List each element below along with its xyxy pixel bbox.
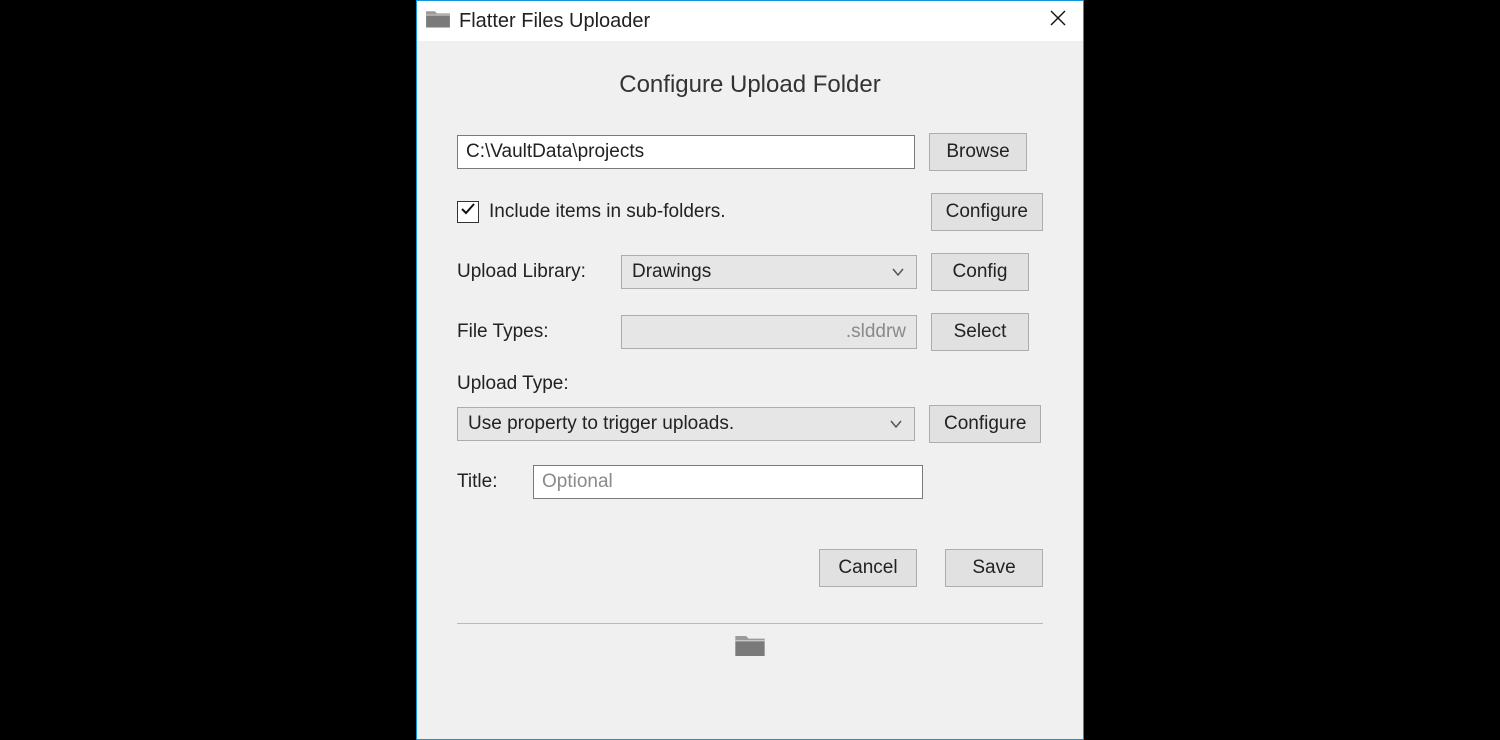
folder-path-input[interactable] (457, 135, 915, 169)
file-types-value: .slddrw (846, 321, 906, 343)
row-title: Title: (457, 465, 1043, 499)
include-subfolders-label: Include items in sub-folders. (489, 201, 726, 223)
folder-icon (734, 632, 766, 658)
upload-type-value: Use property to trigger uploads. (468, 413, 882, 435)
row-upload-type-label: Upload Type: (457, 373, 1043, 395)
dialog-window: Flatter Files Uploader Configure Upload … (416, 0, 1084, 740)
browse-button[interactable]: Browse (929, 133, 1027, 171)
row-upload-library: Upload Library: Drawings Config (457, 253, 1043, 291)
folder-icon (425, 8, 451, 34)
title-input[interactable] (533, 465, 923, 499)
file-types-select-button[interactable]: Select (931, 313, 1029, 351)
include-subfolders-checkbox[interactable] (457, 201, 479, 223)
divider (457, 623, 1043, 624)
check-icon (460, 201, 476, 223)
upload-type-dropdown[interactable]: Use property to trigger uploads. (457, 407, 915, 441)
row-folder-path: Browse (457, 133, 1043, 171)
chevron-down-icon (890, 264, 906, 280)
configure-subfolders-button[interactable]: Configure (931, 193, 1043, 231)
upload-type-configure-button[interactable]: Configure (929, 405, 1041, 443)
dialog-content: Configure Upload Folder Browse Include i… (417, 41, 1083, 739)
file-types-display: .slddrw (621, 315, 917, 349)
close-icon (1050, 10, 1066, 32)
upload-type-label: Upload Type: (457, 373, 569, 395)
row-actions: Cancel Save (457, 549, 1043, 587)
file-types-label: File Types: (457, 321, 607, 343)
footer-icon-wrap (457, 632, 1043, 662)
title-label: Title: (457, 471, 519, 493)
titlebar: Flatter Files Uploader (417, 1, 1083, 41)
close-button[interactable] (1033, 1, 1083, 41)
dialog-heading: Configure Upload Folder (457, 71, 1043, 99)
row-include-subfolders: Include items in sub-folders. Configure (457, 193, 1043, 231)
upload-library-label: Upload Library: (457, 261, 607, 283)
upload-library-value: Drawings (632, 261, 884, 283)
row-file-types: File Types: .slddrw Select (457, 313, 1043, 351)
chevron-down-icon (888, 416, 904, 432)
window-title: Flatter Files Uploader (459, 10, 1033, 33)
library-config-button[interactable]: Config (931, 253, 1029, 291)
row-upload-type: Use property to trigger uploads. Configu… (457, 405, 1043, 443)
save-button[interactable]: Save (945, 549, 1043, 587)
cancel-button[interactable]: Cancel (819, 549, 917, 587)
upload-library-dropdown[interactable]: Drawings (621, 255, 917, 289)
